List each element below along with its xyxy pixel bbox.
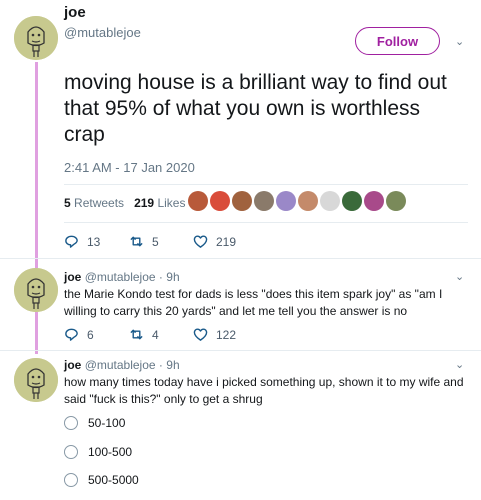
like-stat-label: Likes [157,196,186,210]
author-handle[interactable]: @mutablejoe [85,358,156,372]
heart-icon [193,328,208,341]
poll-option-label: 50-100 [88,416,126,430]
radio-button[interactable] [64,473,78,487]
poll-option-label: 500-5000 [88,473,139,487]
retweet-stat[interactable]: 5 Retweets [64,196,124,210]
follow-button[interactable]: Follow [355,27,440,55]
poll-option-label: 100-500 [88,445,133,459]
tweet-actions: 13 5 219 [64,234,236,249]
reply-text: how many times today have i picked somet… [64,375,464,406]
retweet-action[interactable]: 4 [129,327,193,342]
thread-line [35,312,38,354]
tweet-stats: 5 Retweets 219 Likes [64,196,185,210]
radio-button[interactable] [64,445,78,459]
author-handle[interactable]: @mutablejoe [85,270,156,284]
reply-icon [65,328,78,341]
liker-avatar[interactable] [364,191,384,211]
reply-action[interactable]: 6 [64,327,129,342]
author-name[interactable]: joe [64,270,81,284]
author-handle[interactable]: @mutablejoe [64,25,141,40]
poll-option[interactable]: 50-100 [64,416,125,430]
retweet-icon [130,236,143,247]
avatar[interactable] [14,16,58,60]
radio-button[interactable] [64,416,78,430]
retweet-stat-label: Retweets [74,196,125,210]
like-count: 219 [134,196,155,210]
tweet-timestamp[interactable]: 2:41 AM - 17 Jan 2020 [64,160,195,175]
liker-avatar[interactable] [210,191,230,211]
reply-count: 13 [87,234,101,249]
reply-time[interactable]: 9h [166,358,179,372]
liker-avatar[interactable] [276,191,296,211]
chevron-down-icon[interactable]: ⌄ [455,358,464,371]
liker-avatar[interactable] [320,191,340,211]
liker-avatar[interactable] [298,191,318,211]
divider [64,184,468,185]
divider [64,222,468,223]
reply-actions: 6 4 122 [64,327,236,342]
reply-count: 6 [87,327,94,342]
poll-option[interactable]: 100-500 [64,445,132,459]
like-stat[interactable]: 219 Likes [134,196,185,210]
liker-avatar[interactable] [232,191,252,211]
divider [0,258,481,259]
reply-header: joe @mutablejoe · 9h [64,270,180,284]
poll-option[interactable]: 500-5000 [64,473,139,487]
like-count: 219 [216,234,237,249]
reply-text: the Marie Kondo test for dads is less "d… [64,287,443,318]
thread-line [35,62,38,268]
divider [0,350,481,351]
liker-avatar[interactable] [342,191,362,211]
retweet-count: 5 [64,196,71,210]
liker-avatar[interactable] [386,191,406,211]
heart-icon [193,235,208,248]
tweet-text: moving house is a brilliant way to find … [64,71,447,146]
like-count: 122 [216,327,237,342]
liker-avatars [188,191,406,211]
retweet-icon [130,329,143,340]
liker-avatar[interactable] [188,191,208,211]
like-action[interactable]: 219 [193,234,236,249]
separator: · [158,358,163,372]
reply-header: joe @mutablejoe · 9h [64,358,180,372]
reply-time[interactable]: 9h [166,270,179,284]
retweet-count: 5 [152,234,159,249]
retweet-action[interactable]: 5 [129,234,193,249]
separator: · [158,270,163,284]
reply-icon [65,235,78,248]
like-action[interactable]: 122 [193,327,236,342]
chevron-down-icon[interactable]: ⌄ [455,35,464,48]
chevron-down-icon[interactable]: ⌄ [455,270,464,283]
author-name[interactable]: joe [64,358,81,372]
avatar[interactable] [14,268,58,312]
liker-avatar[interactable] [254,191,274,211]
retweet-count: 4 [152,327,159,342]
reply-action[interactable]: 13 [64,234,129,249]
avatar[interactable] [14,358,58,402]
author-name[interactable]: joe [64,4,86,21]
